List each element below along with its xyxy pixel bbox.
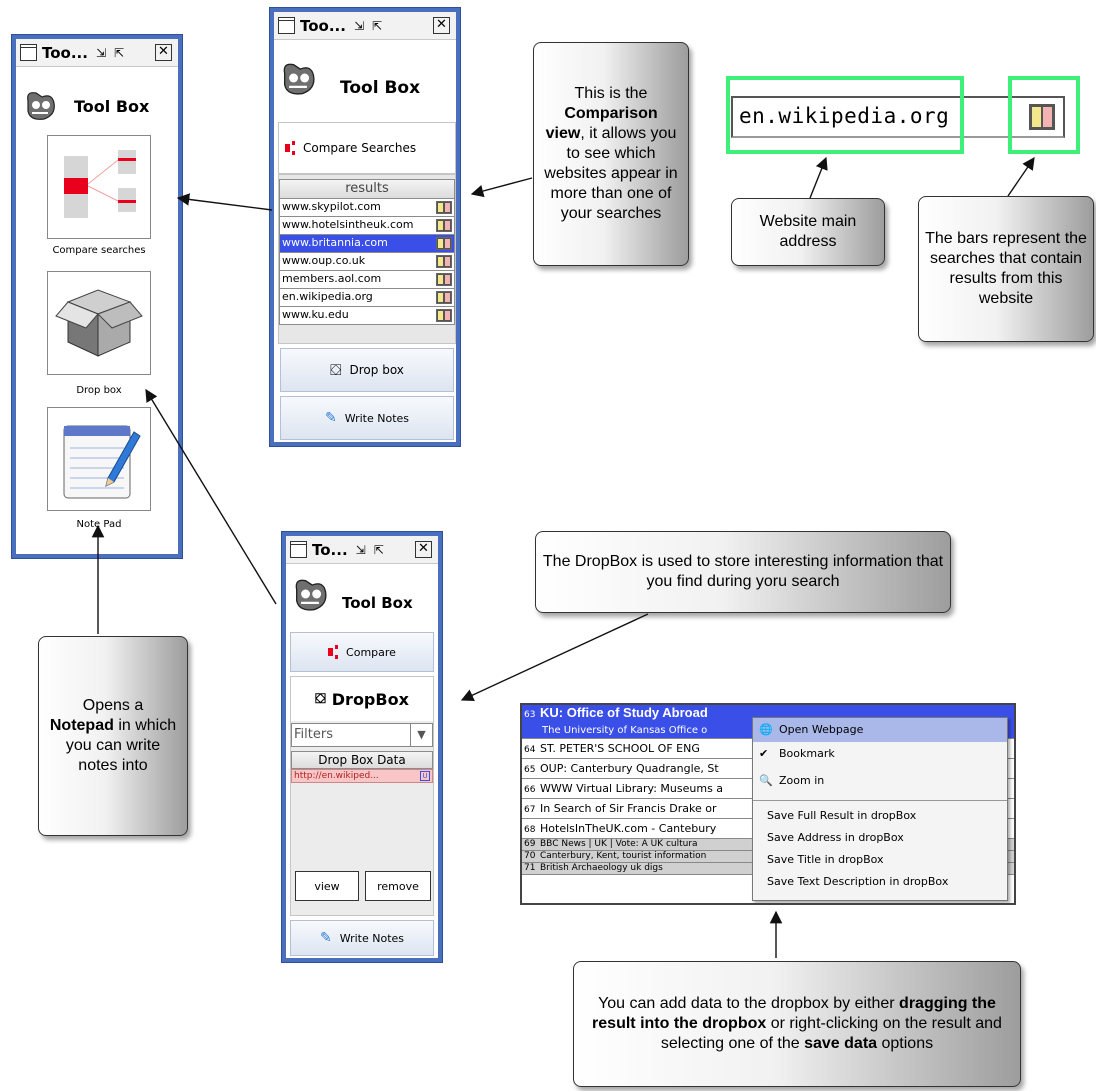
arrow-to-bars	[1007, 156, 1035, 197]
arrow-callout-to-dropbox	[460, 613, 649, 701]
arrow-compare-to-left	[176, 193, 273, 211]
arrow-to-address	[809, 156, 828, 199]
arrow-dropbox-to-left	[145, 388, 277, 605]
annotation-arrows	[91, 156, 1035, 958]
arrow-callout-to-compare	[470, 177, 533, 198]
